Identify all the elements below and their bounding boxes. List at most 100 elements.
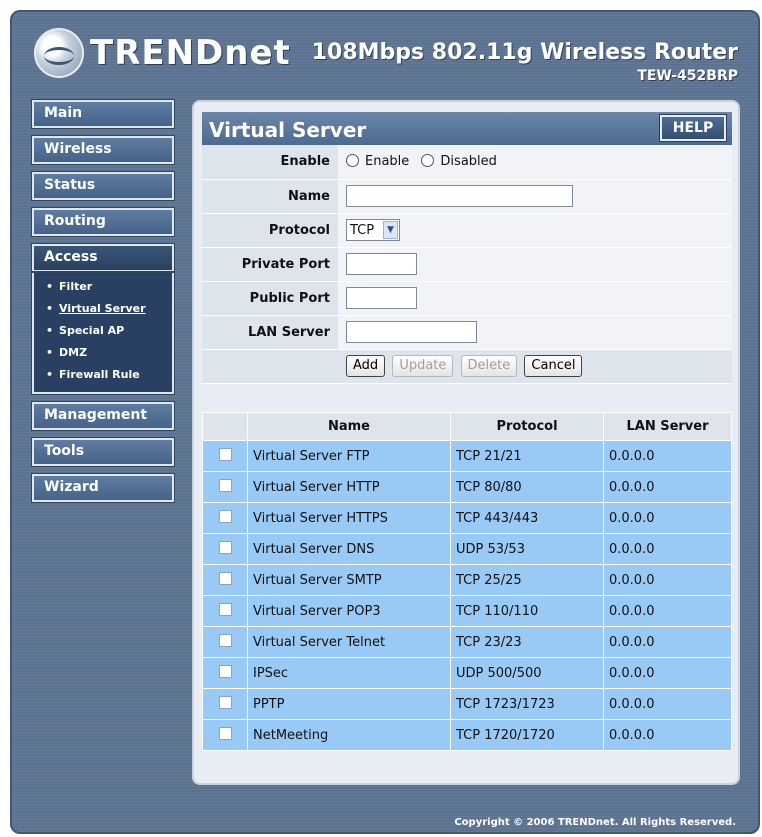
update-button[interactable]: Update bbox=[392, 355, 454, 377]
table-row[interactable]: Virtual Server DNS UDP 53/53 0.0.0.0 bbox=[202, 533, 732, 565]
row-lan-server: 0.0.0.0 bbox=[603, 440, 732, 472]
subnav-filter[interactable]: • Filter bbox=[46, 278, 172, 300]
table-row[interactable]: Virtual Server Telnet TCP 23/23 0.0.0.0 bbox=[202, 626, 732, 658]
virtual-server-table: Name Protocol LAN Server Virtual Server … bbox=[202, 412, 732, 751]
page-title: Virtual Server bbox=[209, 118, 367, 142]
nav-main[interactable]: Main bbox=[31, 99, 175, 129]
nav-routing[interactable]: Routing bbox=[31, 207, 175, 237]
name-column-header: Name bbox=[247, 412, 451, 441]
delete-button[interactable]: Delete bbox=[460, 355, 518, 377]
row-checkbox[interactable] bbox=[218, 633, 232, 647]
subnav-firewall-rule[interactable]: • Firewall Rule bbox=[46, 366, 172, 388]
table-row[interactable]: PPTP TCP 1723/1723 0.0.0.0 bbox=[202, 688, 732, 720]
row-checkbox[interactable] bbox=[218, 664, 232, 678]
row-checkbox[interactable] bbox=[218, 447, 232, 461]
bullet-icon: • bbox=[46, 302, 54, 315]
row-name: Virtual Server Telnet bbox=[247, 626, 451, 658]
name-label: Name bbox=[202, 179, 338, 214]
row-name: PPTP bbox=[247, 688, 451, 720]
nav-status[interactable]: Status bbox=[31, 171, 175, 201]
row-protocol: TCP 1723/1723 bbox=[450, 688, 604, 720]
enable-radio-label: Enable bbox=[365, 154, 410, 170]
bullet-icon: • bbox=[46, 368, 54, 381]
lan-server-label: LAN Server bbox=[202, 315, 338, 350]
cancel-button[interactable]: Cancel bbox=[524, 355, 583, 377]
subnav-special-ap[interactable]: • Special AP bbox=[46, 322, 172, 344]
nav-wizard[interactable]: Wizard bbox=[31, 473, 175, 503]
lan-server-column-header: LAN Server bbox=[603, 412, 732, 441]
virtual-server-form: Enable Enable Disabled Name Protocol TCP… bbox=[202, 145, 732, 384]
enable-radio[interactable] bbox=[346, 154, 359, 168]
bullet-icon: • bbox=[46, 324, 54, 337]
row-lan-server: 0.0.0.0 bbox=[603, 688, 732, 720]
table-row[interactable]: NetMeeting TCP 1720/1720 0.0.0.0 bbox=[202, 719, 732, 751]
row-protocol: UDP 53/53 bbox=[450, 533, 604, 565]
table-row[interactable]: Virtual Server HTTPS TCP 443/443 0.0.0.0 bbox=[202, 502, 732, 534]
model-number: TEW-452BRP bbox=[637, 68, 738, 84]
subnav-dmz[interactable]: • DMZ bbox=[46, 344, 172, 366]
table-row[interactable]: Virtual Server SMTP TCP 25/25 0.0.0.0 bbox=[202, 564, 732, 596]
private-port-label: Private Port bbox=[202, 247, 338, 282]
product-title: 108Mbps 802.11g Wireless Router bbox=[311, 40, 738, 65]
row-checkbox[interactable] bbox=[218, 509, 232, 523]
row-checkbox[interactable] bbox=[218, 540, 232, 554]
brand-name: TRENDnet bbox=[90, 33, 291, 73]
protocol-select[interactable]: TCP ▼ bbox=[346, 219, 400, 241]
table-row[interactable]: Virtual Server POP3 TCP 110/110 0.0.0.0 bbox=[202, 595, 732, 627]
trendnet-logo-icon bbox=[34, 28, 84, 78]
row-checkbox[interactable] bbox=[218, 726, 232, 740]
row-protocol: TCP 1720/1720 bbox=[450, 719, 604, 751]
copyright-notice: Copyright © 2006 TRENDnet. All Rights Re… bbox=[454, 817, 736, 828]
button-row-spacer bbox=[202, 349, 338, 384]
row-protocol: TCP 23/23 bbox=[450, 626, 604, 658]
row-protocol: TCP 21/21 bbox=[450, 440, 604, 472]
row-checkbox[interactable] bbox=[218, 602, 232, 616]
table-row[interactable]: IPSec UDP 500/500 0.0.0.0 bbox=[202, 657, 732, 689]
table-header-row: Name Protocol LAN Server bbox=[202, 412, 732, 441]
subnav-virtual-server[interactable]: • Virtual Server bbox=[46, 300, 172, 322]
row-name: Virtual Server SMTP bbox=[247, 564, 451, 596]
nav-access[interactable]: Access bbox=[31, 243, 175, 273]
bullet-icon: • bbox=[46, 280, 54, 293]
chevron-down-icon[interactable]: ▼ bbox=[383, 221, 398, 239]
subnav-label: Special AP bbox=[59, 324, 125, 337]
public-port-label: Public Port bbox=[202, 281, 338, 316]
row-checkbox[interactable] bbox=[218, 695, 232, 709]
bullet-icon: • bbox=[46, 346, 54, 359]
name-input[interactable] bbox=[346, 185, 573, 207]
page-frame: TRENDnet 108Mbps 802.11g Wireless Router… bbox=[10, 10, 760, 834]
subnav-label: Filter bbox=[59, 280, 93, 293]
nav-tools[interactable]: Tools bbox=[31, 437, 175, 467]
nav-wireless[interactable]: Wireless bbox=[31, 135, 175, 165]
row-name: Virtual Server HTTPS bbox=[247, 502, 451, 534]
disabled-radio[interactable] bbox=[421, 154, 435, 168]
public-port-input[interactable] bbox=[346, 287, 417, 309]
table-row[interactable]: Virtual Server FTP TCP 21/21 0.0.0.0 bbox=[202, 440, 732, 472]
row-protocol: UDP 500/500 bbox=[450, 657, 604, 689]
add-button[interactable]: Add bbox=[346, 355, 386, 377]
row-lan-server: 0.0.0.0 bbox=[603, 719, 732, 751]
private-port-input[interactable] bbox=[346, 253, 417, 275]
content-panel: Virtual Server HELP Enable Enable Disabl… bbox=[192, 100, 740, 785]
row-checkbox[interactable] bbox=[218, 478, 232, 492]
subnav-label: Virtual Server bbox=[59, 302, 146, 315]
row-checkbox[interactable] bbox=[218, 571, 232, 585]
row-protocol: TCP 110/110 bbox=[450, 595, 604, 627]
protocol-column-header: Protocol bbox=[450, 412, 604, 441]
row-lan-server: 0.0.0.0 bbox=[603, 595, 732, 627]
row-lan-server: 0.0.0.0 bbox=[603, 471, 732, 503]
row-name: Virtual Server FTP bbox=[247, 440, 451, 472]
select-column-header bbox=[202, 412, 248, 441]
nav-management[interactable]: Management bbox=[31, 401, 175, 431]
row-name: Virtual Server POP3 bbox=[247, 595, 451, 627]
enable-label: Enable bbox=[202, 145, 338, 180]
lan-server-input[interactable] bbox=[346, 321, 477, 343]
subnav-label: DMZ bbox=[59, 346, 88, 359]
row-lan-server: 0.0.0.0 bbox=[603, 657, 732, 689]
row-protocol: TCP 443/443 bbox=[450, 502, 604, 534]
row-name: IPSec bbox=[247, 657, 451, 689]
help-button[interactable]: HELP bbox=[659, 114, 727, 142]
title-bar: Virtual Server HELP bbox=[202, 112, 732, 145]
table-row[interactable]: Virtual Server HTTP TCP 80/80 0.0.0.0 bbox=[202, 471, 732, 503]
row-name: Virtual Server DNS bbox=[247, 533, 451, 565]
